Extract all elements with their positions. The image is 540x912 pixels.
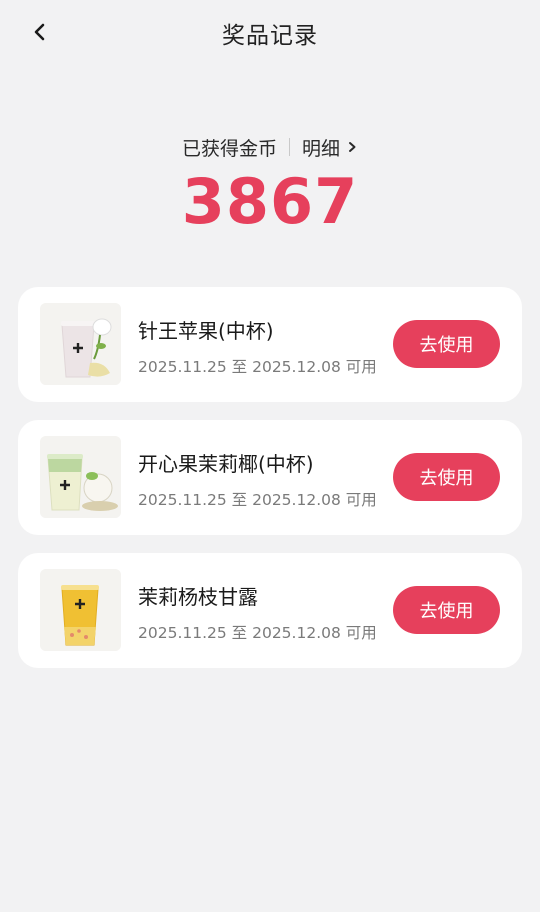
header: 奖品记录 [0, 0, 540, 64]
prize-list: 针王苹果(中杯) 2025.11.25 至 2025.12.08 可用 去使用 … [18, 287, 522, 686]
prize-card: 针王苹果(中杯) 2025.11.25 至 2025.12.08 可用 去使用 [18, 287, 522, 402]
prize-validity: 2025.11.25 至 2025.12.08 可用 [138, 491, 377, 509]
prize-card: 开心果茉莉椰(中杯) 2025.11.25 至 2025.12.08 可用 去使… [18, 420, 522, 535]
prize-validity: 2025.11.25 至 2025.12.08 可用 [138, 358, 377, 376]
mango-pomelo-tea-cup-image [40, 569, 121, 651]
coin-count: 3867 [181, 165, 359, 238]
prize-records-page: 奖品记录 已获得金币 明细 3867 针王苹果(中杯) 2025.11.25 至… [0, 0, 540, 912]
use-button[interactable]: 去使用 [393, 586, 500, 634]
detail-label: 明细 [302, 137, 341, 160]
page-title: 奖品记录 [222, 23, 318, 49]
prize-name: 茉莉杨枝甘露 [138, 585, 258, 609]
coin-summary: 已获得金币 明细 3867 [0, 132, 540, 236]
coin-label: 已获得金币 [181, 137, 277, 160]
pistachio-coconut-tea-cup-image [40, 436, 121, 518]
use-button[interactable]: 去使用 [393, 453, 500, 501]
chevron-right-icon [349, 142, 356, 152]
divider [289, 138, 290, 156]
apple-milk-tea-cup-image [40, 303, 121, 385]
use-button[interactable]: 去使用 [393, 320, 500, 368]
detail-link[interactable]: 明细 [302, 134, 358, 161]
prize-card: 茉莉杨枝甘露 2025.11.25 至 2025.12.08 可用 去使用 [18, 553, 522, 668]
prize-name: 针王苹果(中杯) [138, 319, 274, 343]
prize-validity: 2025.11.25 至 2025.12.08 可用 [138, 624, 377, 642]
prize-name: 开心果茉莉椰(中杯) [138, 452, 314, 476]
